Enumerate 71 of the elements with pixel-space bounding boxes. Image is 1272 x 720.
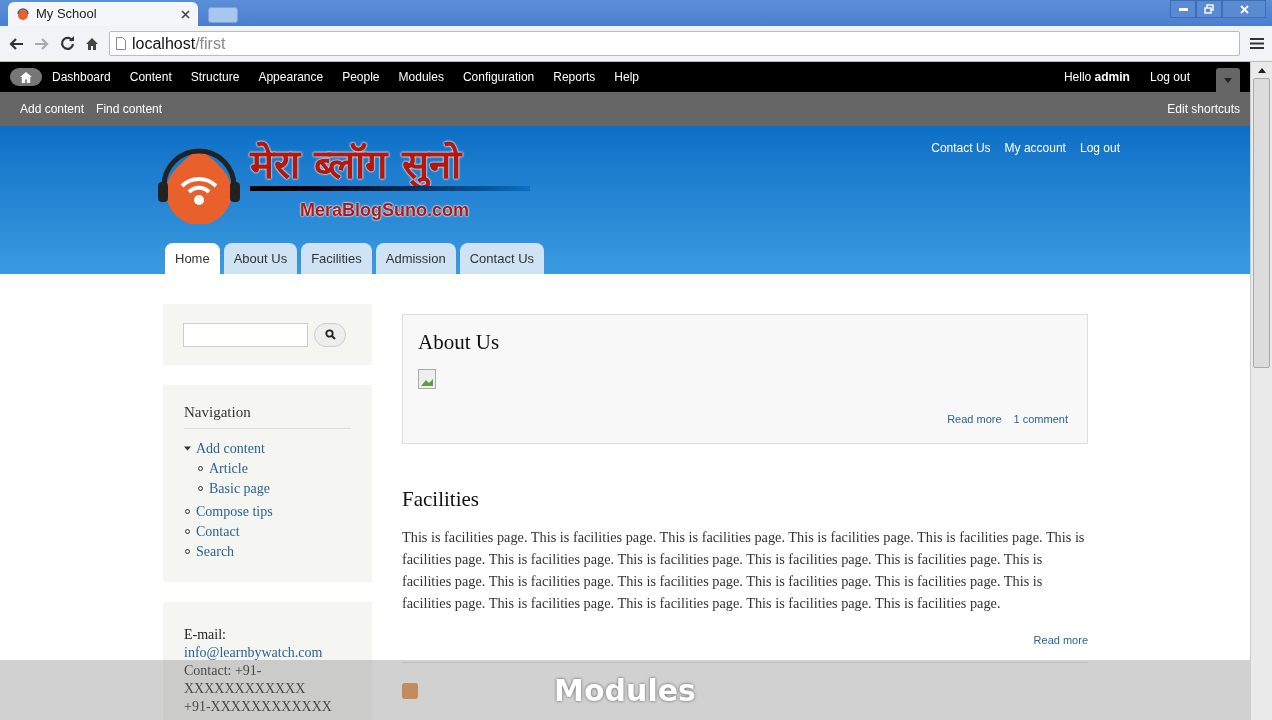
search-field[interactable]: [183, 322, 308, 347]
nav-link[interactable]: Basic page: [209, 478, 271, 499]
shortcut-link[interactable]: Find content: [96, 100, 163, 118]
nav-link[interactable]: Compose tips: [196, 501, 273, 522]
user-greeting: Hello admin: [1063, 69, 1130, 86]
search-button[interactable]: [314, 322, 346, 347]
post-link[interactable]: Read more: [1033, 631, 1088, 648]
post-title[interactable]: Facilities: [402, 484, 1088, 516]
menu-item[interactable]: Configuration: [462, 68, 535, 86]
close-button[interactable]: [1222, 0, 1266, 18]
nav-tab[interactable]: Facilities: [301, 243, 372, 274]
caption-text: Modules: [554, 671, 696, 710]
minimize-button[interactable]: [1170, 0, 1196, 18]
header-link[interactable]: My account: [1004, 139, 1066, 157]
menu-item[interactable]: People: [342, 68, 380, 86]
nav-link[interactable]: Add content: [196, 438, 265, 459]
restore-button[interactable]: [1196, 0, 1222, 18]
menu-icon[interactable]: [1250, 37, 1264, 50]
post-body: This is facilities page. This is facilities page. This is facilities page. This is facilities page. This is facilities page. This is facilities page. This is facilities page. This is facilities page. This is facilities page. This is facilities page. This is facilities page. This is facilities page. This is facilities page. This is facilities page. This is facilities page. This is facilities page. This is facilities page. This is facilities page. This is facilities page. This is facilities page.: [402, 527, 1086, 613]
post-link[interactable]: Read more: [947, 410, 1002, 427]
nav-link[interactable]: Contact: [196, 521, 240, 542]
toggle-button[interactable]: [1216, 68, 1240, 92]
close-icon[interactable]: [181, 9, 190, 19]
menu-item[interactable]: Reports: [553, 68, 596, 86]
nav-tab[interactable]: Home: [165, 243, 220, 274]
url-text: localhost/first: [132, 33, 226, 54]
logo-title: मेरा ब्लॉग सुनो: [250, 140, 464, 188]
nav-tab[interactable]: Admission: [375, 243, 456, 274]
menu-item[interactable]: Modules: [398, 68, 444, 86]
edit-shortcuts-link[interactable]: Edit shortcuts: [1167, 100, 1240, 118]
home-button[interactable]: [10, 68, 42, 86]
caret-icon[interactable]: [184, 445, 191, 452]
logout-link[interactable]: Log out: [1149, 68, 1190, 86]
home-icon: [20, 71, 32, 83]
headphones-icon: [16, 7, 30, 21]
back-icon[interactable]: [8, 36, 24, 51]
restore-icon: [1204, 4, 1214, 14]
minimize-icon: [1178, 7, 1188, 11]
nav-tab[interactable]: Contact Us: [459, 243, 545, 274]
reload-icon[interactable]: [60, 36, 75, 51]
menu-item[interactable]: Help: [614, 68, 639, 86]
search-icon: [324, 329, 336, 340]
home-icon[interactable]: [85, 36, 99, 51]
menu-item[interactable]: Appearance: [258, 68, 324, 86]
close-icon: [1239, 4, 1249, 14]
header-link[interactable]: Contact Us: [931, 139, 991, 157]
contact-label: E-mail:: [184, 625, 227, 644]
email-link[interactable]: info@learnbywatch.com: [184, 643, 351, 662]
caret-icon: [1224, 77, 1232, 83]
menu-item[interactable]: Content: [129, 68, 172, 86]
browser-tab[interactable]: My School: [8, 2, 198, 26]
tab-title: My School: [36, 5, 98, 24]
address-bar[interactable]: localhost/first: [109, 31, 1240, 56]
nav-tab[interactable]: About Us: [223, 243, 298, 274]
contact-text: XXXXXXXXXXXX: [184, 679, 307, 698]
logo-subtitle: MeraBlogSuno.com: [300, 199, 470, 222]
scroll-thumb[interactable]: [1253, 78, 1270, 368]
nav-link[interactable]: Article: [209, 458, 248, 479]
nav-link[interactable]: Search: [196, 541, 235, 562]
shortcut-link[interactable]: Add content: [20, 100, 85, 118]
menu-item[interactable]: Dashboard: [52, 68, 111, 86]
header-link[interactable]: Log out: [1079, 139, 1120, 157]
contact-text: Contact: +91-: [184, 661, 263, 680]
block-title: Navigation: [184, 401, 351, 429]
menu-item[interactable]: Structure: [190, 68, 240, 86]
scrollbar[interactable]: [1250, 62, 1272, 720]
contact-text: +91-XXXXXXXXXXXX: [184, 697, 333, 716]
post-title[interactable]: About Us: [418, 327, 1072, 359]
post-link[interactable]: 1 comment: [1013, 410, 1068, 427]
scroll-up-icon[interactable]: [1257, 67, 1266, 73]
page-icon: [116, 37, 126, 50]
